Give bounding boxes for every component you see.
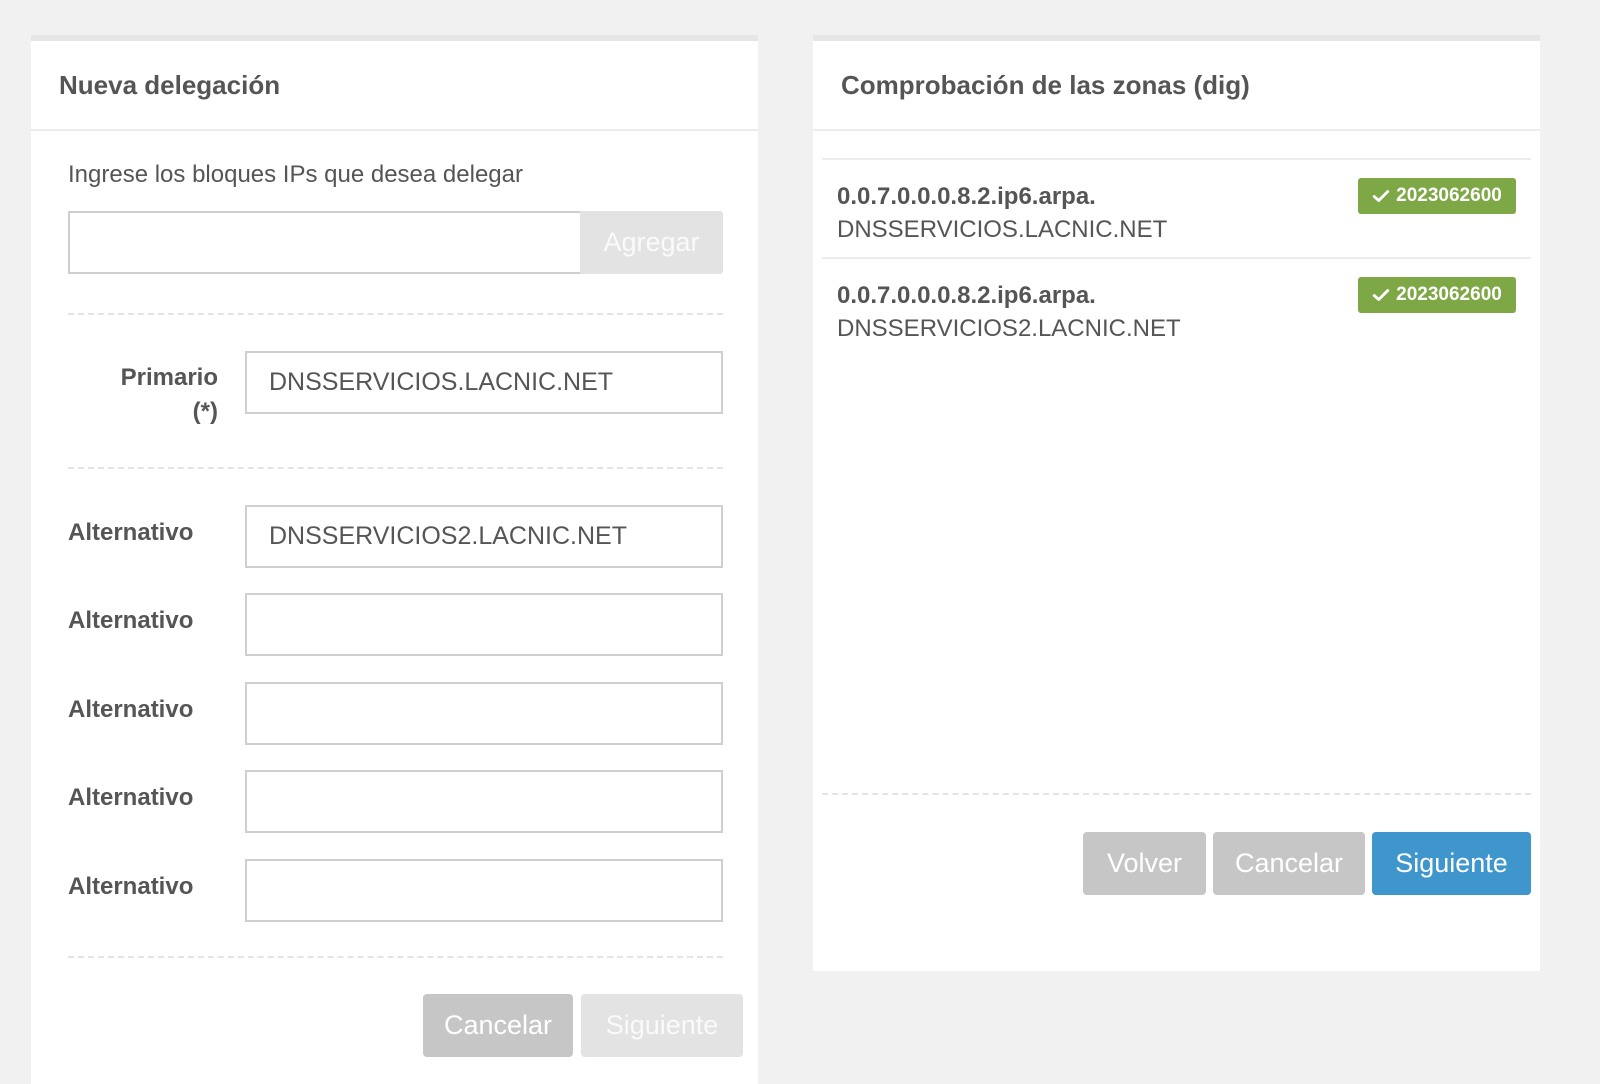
required-marker: (*) xyxy=(192,398,218,425)
ip-blocks-instruction: Ingrese los bloques IPs que desea delega… xyxy=(68,161,523,188)
alternate-label: Alternativo xyxy=(68,696,194,723)
cancel-button[interactable]: Cancelar xyxy=(1213,832,1365,895)
divider xyxy=(68,313,723,315)
status-badge: 2023062600 xyxy=(1358,178,1516,214)
alternate-server-input-2[interactable] xyxy=(245,593,723,656)
primary-server-input[interactable] xyxy=(245,351,723,414)
ip-block-add-group: Agregar xyxy=(68,211,723,274)
panel-title: Nueva delegación xyxy=(31,41,758,131)
divider xyxy=(68,467,723,469)
ip-block-input[interactable] xyxy=(68,211,580,274)
alternate-server-input-3[interactable] xyxy=(245,682,723,745)
add-button[interactable]: Agregar xyxy=(580,211,723,274)
cancel-button[interactable]: Cancelar xyxy=(423,994,573,1057)
divider xyxy=(822,793,1531,795)
alternate-label: Alternativo xyxy=(68,607,194,634)
zone-server: DNSSERVICIOS.LACNIC.NET xyxy=(837,216,1168,243)
zone-server: DNSSERVICIOS2.LACNIC.NET xyxy=(837,315,1181,342)
list-item: 0.0.7.0.0.0.8.2.ip6.arpa. DNSSERVICIOS.L… xyxy=(822,158,1531,257)
alternate-label: Alternativo xyxy=(68,873,194,900)
alternate-label: Alternativo xyxy=(68,784,194,811)
next-button[interactable]: Siguiente xyxy=(1372,832,1531,895)
next-button[interactable]: Siguiente xyxy=(581,994,743,1057)
alternate-server-input-1[interactable] xyxy=(245,505,723,568)
primary-label-text: Primario xyxy=(120,364,218,391)
primary-label: Primario (*) xyxy=(68,361,218,431)
divider xyxy=(68,956,723,958)
back-button[interactable]: Volver xyxy=(1083,832,1206,895)
list-item: 0.0.7.0.0.0.8.2.ip6.arpa. DNSSERVICIOS2.… xyxy=(822,257,1531,356)
status-badge: 2023062600 xyxy=(1358,277,1516,313)
new-delegation-panel: Nueva delegación Ingrese los bloques IPs… xyxy=(31,35,758,1084)
serial-number: 2023062600 xyxy=(1396,185,1502,206)
zone-check-panel: Comprobación de las zonas (dig) 0.0.7.0.… xyxy=(813,35,1540,971)
alternate-label: Alternativo xyxy=(68,519,194,546)
alternate-server-input-5[interactable] xyxy=(245,859,723,922)
check-icon xyxy=(1372,289,1390,301)
panel-title: Comprobación de las zonas (dig) xyxy=(813,41,1540,131)
zone-list: 0.0.7.0.0.0.8.2.ip6.arpa. DNSSERVICIOS.L… xyxy=(822,158,1531,356)
check-icon xyxy=(1372,190,1390,202)
serial-number: 2023062600 xyxy=(1396,284,1502,305)
alternate-server-input-4[interactable] xyxy=(245,770,723,833)
